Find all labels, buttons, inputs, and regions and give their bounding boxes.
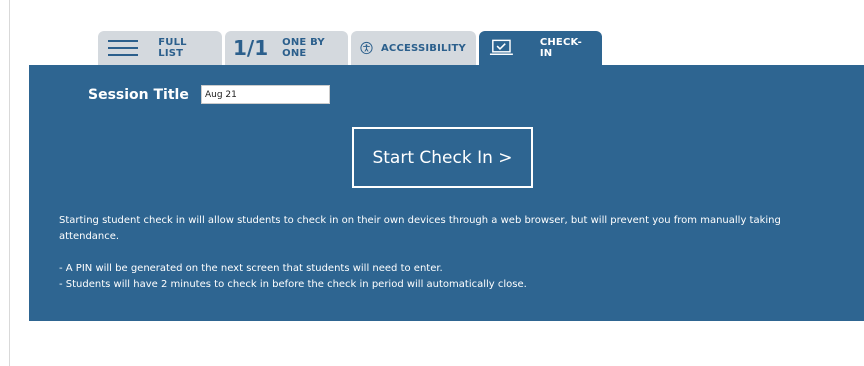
check-in-panel: Session Title Start Check In > Starting …	[29, 65, 864, 321]
laptop-check-icon	[489, 39, 513, 55]
accessibility-icon	[360, 41, 373, 55]
start-check-in-button[interactable]: Start Check In >	[352, 127, 533, 188]
left-border	[9, 0, 10, 366]
info-paragraph: Starting student check in will allow stu…	[59, 215, 781, 242]
tab-accessibility[interactable]: ACCESSIBILITY	[351, 31, 476, 65]
info-bullet-pin: - A PIN will be generated on the next sc…	[59, 263, 443, 274]
info-bullet-time: - Students will have 2 minutes to check …	[59, 279, 527, 290]
session-title-label: Session Title	[88, 87, 189, 103]
tab-one-by-one-label: ONE BY ONE	[282, 37, 325, 59]
check-in-info: Starting student check in will allow stu…	[59, 213, 839, 293]
tab-check-in-label: CHECK-IN	[539, 37, 582, 59]
tab-full-list[interactable]: FULL LIST	[98, 31, 222, 65]
tab-full-list-label: FULL LIST	[158, 37, 187, 59]
tab-bar: FULL LIST 1/1 ONE BY ONE ACCESSIBILITY C…	[98, 31, 602, 65]
session-title-input[interactable]	[201, 85, 330, 104]
tab-check-in[interactable]: CHECK-IN	[479, 31, 602, 65]
one-by-one-icon: 1/1	[233, 36, 269, 60]
tab-accessibility-label: ACCESSIBILITY	[380, 42, 466, 54]
hamburger-icon	[108, 38, 138, 58]
tab-one-by-one[interactable]: 1/1 ONE BY ONE	[225, 31, 348, 65]
